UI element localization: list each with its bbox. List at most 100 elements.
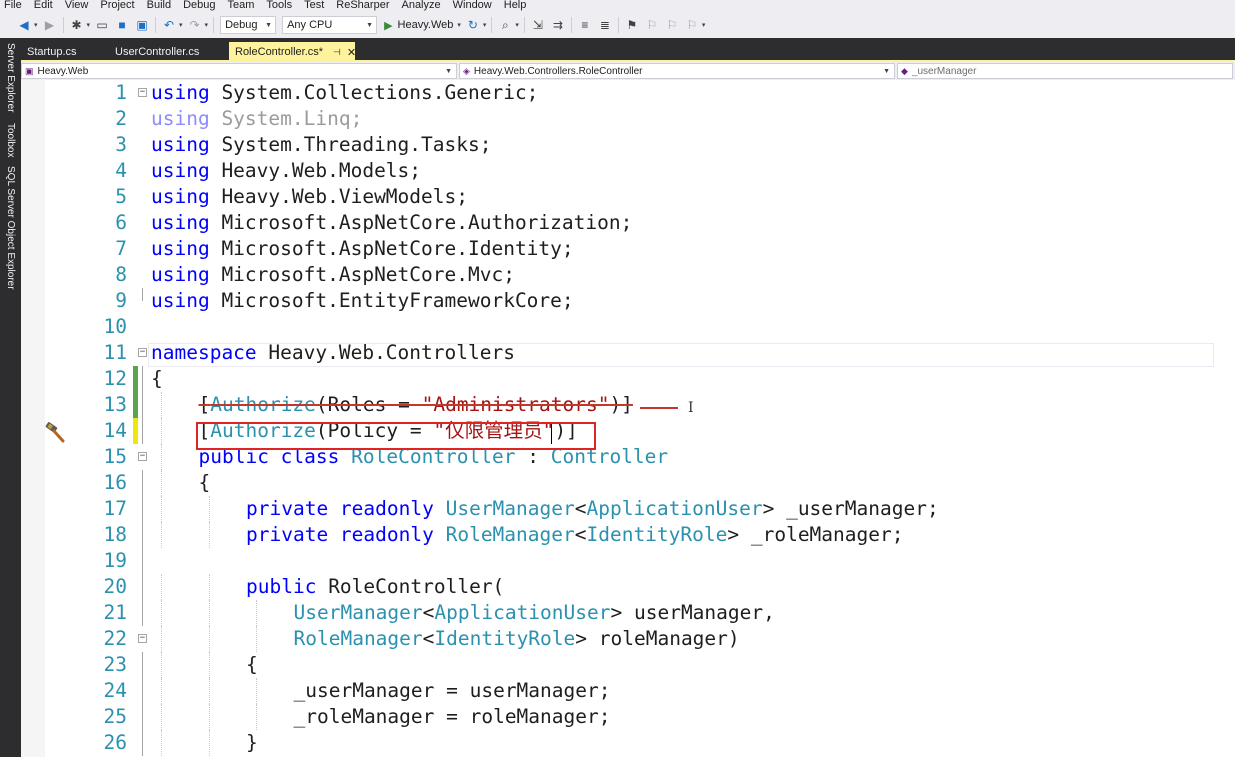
code-line[interactable]: 24 _userManager = userManager; (21, 678, 1235, 704)
code-text: _userManager = userManager; (294, 678, 611, 704)
line-number: 20 (103, 575, 127, 598)
menu-file[interactable]: File (0, 0, 28, 11)
refresh-icon[interactable]: ↻ (463, 15, 483, 35)
solution-platform-value: Any CPU (287, 19, 333, 31)
menu-debug[interactable]: Debug (177, 0, 221, 11)
code-line[interactable]: 26} (21, 730, 1235, 756)
start-debugging-label: Heavy.Web (397, 19, 454, 31)
toolbox-tab[interactable]: Toolbox (0, 120, 21, 160)
tab-rolecontroller-cs[interactable]: RoleController.cs* ⊣ ✕ (229, 42, 356, 62)
code-line[interactable]: 20 public RoleController( (21, 574, 1235, 600)
type-token: ApplicationUser (434, 601, 611, 624)
tab-label: UserController.cs (115, 46, 200, 58)
solution-platform-combo[interactable]: Any CPU ▼ (282, 16, 378, 34)
code-line[interactable]: 21 UserManager<ApplicationUser> userManag… (21, 600, 1235, 626)
open-file-icon[interactable]: ▭ (92, 15, 112, 35)
code-line[interactable]: 3 using System.Threading.Tasks; (21, 132, 1235, 158)
step-over-icon[interactable]: ⇉ (548, 15, 568, 35)
clear-bookmarks-icon[interactable]: ⚐ (682, 15, 702, 35)
menu-team[interactable]: Team (222, 0, 261, 11)
project-dropdown[interactable]: ▣ Heavy.Web ▼ (21, 63, 457, 79)
code-line[interactable]: 13 [Authorize(Roles = "Administrators")] (21, 392, 1235, 418)
redo-icon[interactable]: ↷ (185, 15, 205, 35)
menu-tools[interactable]: Tools (260, 0, 298, 11)
code-text: { (151, 366, 163, 392)
tab-startup-cs[interactable]: Startup.cs (21, 42, 109, 62)
tab-usercontroller-cs[interactable]: UserController.cs (109, 42, 229, 62)
collapse-region-icon[interactable]: − (138, 348, 147, 357)
menu-build[interactable]: Build (141, 0, 177, 11)
line-number: 21 (103, 601, 127, 624)
new-project-dropdown-icon[interactable]: ▾ (87, 21, 91, 29)
code-line[interactable]: 22 − RoleManager<IdentityRole> roleManager… (21, 626, 1235, 652)
code-editor[interactable]: 1− using System.Collections.Generic; 2 usin… (21, 80, 1235, 757)
close-tab-icon[interactable]: ✕ (347, 46, 356, 59)
navigate-back-dropdown-icon[interactable]: ▾ (34, 21, 38, 29)
collapse-region-icon[interactable]: − (138, 88, 147, 97)
uncomment-lines-icon[interactable]: ≣ (595, 15, 615, 35)
collapse-region-icon[interactable]: − (138, 452, 147, 461)
start-debugging-button[interactable]: ▶ Heavy.Web (384, 19, 453, 32)
find-in-files-icon[interactable]: ⌕ (495, 15, 515, 35)
code-line[interactable]: 16 { (21, 470, 1235, 496)
code-line[interactable]: 10 (21, 314, 1235, 340)
indent-guide (208, 704, 210, 730)
undo-icon[interactable]: ↶ (159, 15, 179, 35)
menu-view[interactable]: View (59, 0, 95, 11)
menu-test[interactable]: Test (298, 0, 330, 11)
code-line[interactable]: 23 { (21, 652, 1235, 678)
sql-server-object-explorer-tab[interactable]: SQL Server Object Explorer (0, 166, 21, 290)
next-bookmark-icon[interactable]: ⚐ (662, 15, 682, 35)
code-line[interactable]: 18 private readonly RoleManager<IdentityR… (21, 522, 1235, 548)
tab-label: Startup.cs (27, 46, 77, 58)
new-project-icon[interactable]: ✱ (67, 15, 87, 35)
menu-resharper[interactable]: ReSharper (330, 0, 395, 11)
code-line[interactable]: 25 _roleManager = roleManager; (21, 704, 1235, 730)
code-token: Microsoft.AspNetCore.Mvc; (209, 263, 515, 286)
start-debugging-dropdown-icon[interactable]: ▾ (457, 21, 461, 29)
menu-project[interactable]: Project (94, 0, 140, 11)
toolbar-separator (213, 17, 215, 33)
code-line[interactable]: 19 (21, 548, 1235, 574)
indent-guide (161, 730, 162, 756)
code-text: using System.Threading.Tasks; (151, 132, 491, 158)
find-dropdown-icon[interactable]: ▾ (515, 21, 519, 29)
previous-bookmark-icon[interactable]: ⚐ (642, 15, 662, 35)
menu-window[interactable]: Window (447, 0, 498, 11)
toolbar-overflow-icon[interactable]: ▾ (702, 21, 706, 29)
toolbar-separator (617, 17, 619, 33)
indent-guide (208, 730, 210, 756)
redo-dropdown-icon[interactable]: ▾ (205, 21, 209, 29)
navigate-forward-icon[interactable]: ▶ (40, 15, 60, 35)
navigate-back-icon[interactable]: ◀ (14, 15, 34, 35)
refresh-dropdown-icon[interactable]: ▾ (483, 21, 487, 29)
member-dropdown[interactable]: ◆ _userManager (897, 63, 1233, 79)
menu-analyze[interactable]: Analyze (395, 0, 446, 11)
menu-edit[interactable]: Edit (28, 0, 59, 11)
undo-dropdown-icon[interactable]: ▾ (179, 21, 183, 29)
solution-configuration-combo[interactable]: Debug ▼ (220, 16, 277, 34)
code-line[interactable]: 12 { (21, 366, 1235, 392)
pin-tab-icon[interactable]: ⊣ (333, 47, 341, 58)
server-explorer-tab[interactable]: Server Explorer (0, 42, 21, 114)
step-into-icon[interactable]: ⇲ (528, 15, 548, 35)
type-dropdown[interactable]: ◈ Heavy.Web.Controllers.RoleController ▼ (459, 63, 895, 79)
save-icon[interactable]: ■ (112, 15, 132, 35)
bookmark-icon[interactable]: ⚑ (622, 15, 642, 35)
comment-lines-icon[interactable]: ≡ (575, 15, 595, 35)
code-line[interactable]: 7 using Microsoft.AspNetCore.Identity; (21, 236, 1235, 262)
code-line[interactable]: 2 using System.Linq; (21, 106, 1235, 132)
save-all-icon[interactable]: ▣ (132, 15, 152, 35)
collapse-region-icon[interactable]: − (138, 634, 147, 643)
code-line[interactable]: 5 using Heavy.Web.ViewModels; (21, 184, 1235, 210)
code-line[interactable]: 8 using Microsoft.AspNetCore.Mvc; (21, 262, 1235, 288)
indent-guide (208, 626, 210, 652)
quick-actions-hammer-icon[interactable] (44, 421, 66, 443)
code-line[interactable]: 6 using Microsoft.AspNetCore.Authorizatio… (21, 210, 1235, 236)
code-line[interactable]: 4 using Heavy.Web.Models; (21, 158, 1235, 184)
code-line[interactable]: 17 private readonly UserManager<Applicati… (21, 496, 1235, 522)
code-line[interactable]: 1 − using System.Collections.Generic; (21, 80, 1235, 106)
menu-help[interactable]: Help (498, 0, 533, 11)
outline-guide (142, 652, 143, 678)
code-line[interactable]: 9 using Microsoft.EntityFrameworkCore; (21, 288, 1235, 314)
